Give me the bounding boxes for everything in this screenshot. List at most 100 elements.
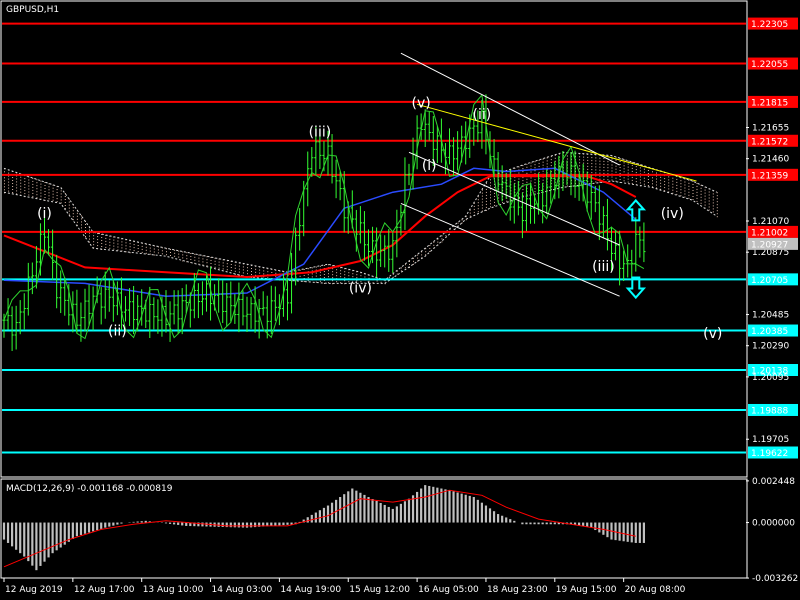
cloud-dot: [623, 162, 625, 164]
cloud-dot: [40, 192, 42, 194]
cloud-dot: [8, 190, 10, 192]
time-tick-label: 14 Aug 03:00: [212, 585, 273, 595]
cloud-dot: [481, 204, 483, 206]
time-tick-label: 12 Aug 17:00: [74, 585, 135, 595]
cloud-dot: [24, 184, 26, 186]
cloud-dot: [704, 192, 706, 194]
cloud-dot: [149, 253, 151, 255]
cloud-dot: [627, 178, 629, 180]
cloud-dot: [44, 182, 46, 183]
cloud-dot: [538, 162, 540, 164]
cloud-dot: [583, 159, 585, 161]
cloud-dot: [247, 267, 248, 269]
cloud-dot: [566, 155, 568, 157]
cloud-dot: [623, 168, 625, 170]
cloud-dot: [538, 165, 540, 167]
cloud-dot: [550, 159, 552, 161]
cloud-dot: [469, 212, 471, 214]
cloud-dot: [684, 187, 686, 189]
cloud-dot: [153, 251, 155, 253]
cloud-dot: [348, 275, 350, 277]
cloud-dot: [716, 201, 718, 203]
cloud-dot: [490, 179, 491, 181]
cloud-dot: [619, 170, 621, 171]
cloud-dot: [400, 270, 402, 272]
cloud-dot: [441, 238, 443, 240]
cloud-dot: [595, 160, 597, 162]
price-tick-label: 1.21655: [752, 123, 789, 133]
cloud-dot: [332, 274, 334, 276]
cloud-dot: [28, 185, 30, 187]
cloud-dot: [56, 201, 58, 203]
cloud-dot: [595, 163, 597, 165]
cloud-dot: [48, 189, 50, 191]
cloud-dot: [97, 239, 99, 241]
cloud-dot: [607, 164, 609, 166]
cloud-dot: [700, 202, 702, 204]
cloud-dot: [591, 169, 593, 171]
cloud-dot: [186, 258, 188, 260]
cloud-dot: [494, 186, 495, 188]
cloud-dot: [599, 160, 601, 162]
cloud-dot: [32, 189, 34, 191]
cloud-dot: [668, 179, 670, 181]
macd-tick-label: 0.000000: [752, 519, 795, 529]
cloud-dot: [518, 172, 520, 174]
cloud-dot: [676, 178, 678, 180]
cloud-dot: [101, 237, 103, 238]
wave-label: (ii): [108, 324, 127, 340]
cloud-dot: [93, 244, 95, 246]
cloud-dot: [174, 252, 176, 254]
cloud-dot: [481, 195, 483, 197]
cloud-dot: [222, 265, 224, 267]
cloud-dot: [603, 169, 605, 171]
cloud-dot: [716, 213, 718, 215]
cloud-dot: [635, 178, 637, 180]
cloud-dot: [48, 192, 50, 194]
cloud-dot: [477, 205, 479, 207]
cloud-dot: [174, 255, 176, 257]
cloud-dot: [534, 185, 536, 187]
cloud-dot: [125, 242, 127, 244]
resistance-level-label: 1.22055: [751, 60, 788, 70]
cloud-dot: [133, 250, 135, 252]
cloud-dot: [498, 197, 500, 199]
cloud-dot: [542, 164, 544, 166]
cloud-dot: [619, 167, 621, 168]
cloud-dot: [388, 277, 390, 278]
cloud-dot: [85, 233, 86, 234]
cloud-dot: [542, 161, 544, 163]
cloud-dot: [81, 215, 82, 217]
cloud-dot: [603, 172, 605, 174]
cloud-dot: [32, 195, 34, 197]
cloud-dot: [214, 260, 216, 262]
cloud-dot: [490, 197, 491, 199]
cloud-dot: [473, 208, 475, 210]
cloud-dot: [599, 166, 601, 168]
price-tick-label: 1.21070: [752, 217, 789, 227]
cloud-dot: [631, 164, 633, 166]
cloud-dot: [64, 193, 66, 194]
trading-chart[interactable]: 1.22305 1.22055 1.21815 1.21572 1.21359 1.210…: [0, 0, 800, 600]
cloud-dot: [234, 270, 236, 272]
cloud-dot: [672, 183, 674, 185]
cloud-dot: [417, 254, 419, 256]
cloud-dot: [429, 245, 431, 246]
cloud-dot: [64, 202, 66, 203]
cloud-dot: [68, 201, 70, 203]
cloud-dot: [4, 183, 5, 185]
cloud-dot: [668, 182, 670, 184]
cloud-dot: [234, 264, 236, 266]
cloud-dot: [538, 159, 540, 161]
cloud-dot: [206, 262, 208, 264]
cloud-dot: [226, 266, 228, 268]
cloud-dot: [631, 176, 633, 178]
cloud-dot: [639, 182, 641, 184]
cloud-dot: [72, 216, 74, 218]
cloud-dot: [242, 272, 244, 274]
cloud-dot: [522, 183, 524, 185]
cloud-dot: [643, 168, 645, 170]
cloud-dot: [611, 170, 613, 172]
price-panel[interactable]: [0, 0, 748, 478]
cloud-dot: [20, 188, 22, 190]
